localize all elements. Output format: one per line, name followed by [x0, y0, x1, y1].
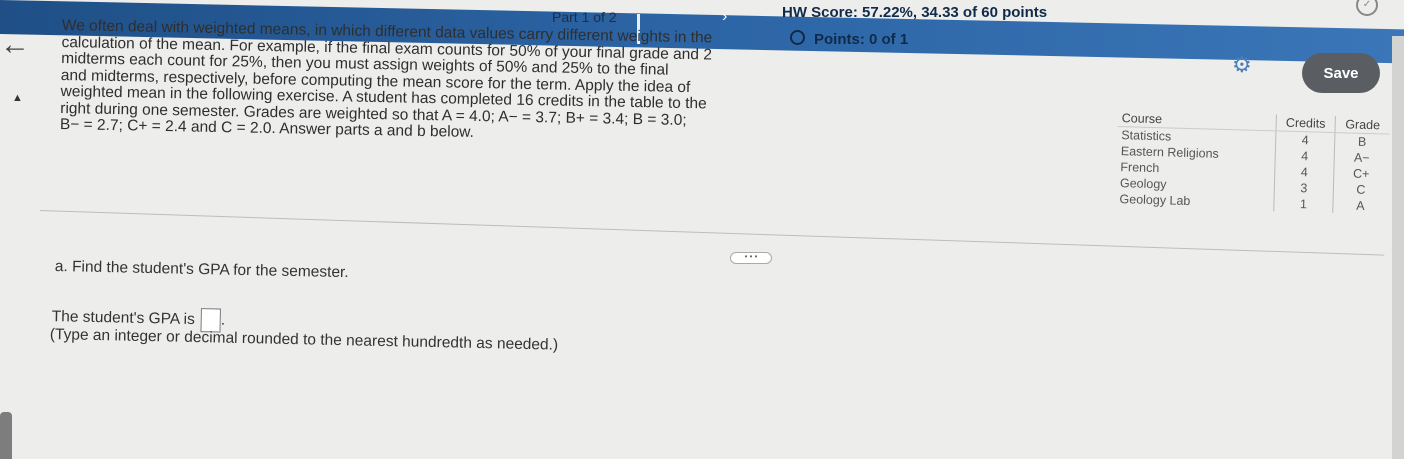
section-divider — [39, 210, 1385, 256]
more-dots-icon[interactable]: • • • — [730, 252, 772, 264]
gear-icon[interactable]: ⚙ — [1232, 52, 1252, 78]
cell-grade: C — [1356, 182, 1366, 197]
cell-grade: A — [1356, 198, 1365, 213]
course-credits-table: Course Credits Grade Statistics 4 B East… — [1115, 110, 1390, 215]
header-credits: Credits — [1275, 114, 1336, 133]
cell-credits: 4 — [1275, 130, 1335, 150]
problem-statement: We often deal with weighted means, in wh… — [60, 17, 822, 148]
cell-credits: 3 — [1274, 179, 1334, 198]
header-grade: Grade — [1334, 116, 1390, 135]
cell-grade: A− — [1353, 150, 1370, 166]
hw-score: HW Score: 57.22%, 34.33 of 60 points — [782, 4, 1048, 21]
check-circle-icon[interactable]: ✓ — [1356, 0, 1378, 16]
question-part-a: a. Find the student's GPA for the semest… — [54, 258, 349, 282]
answer-prefix: The student's GPA is — [51, 308, 196, 329]
cell-grade: B — [1357, 134, 1367, 149]
cell-grade: C+ — [1352, 166, 1370, 182]
answer-instruction: (Type an integer or decimal rounded to t… — [49, 326, 559, 354]
cell-credits: 1 — [1273, 195, 1334, 214]
cell-credits: 4 — [1274, 163, 1335, 182]
save-button[interactable]: Save — [1302, 53, 1380, 93]
points-label: Points: 0 of 1 — [814, 31, 909, 48]
back-arrow-icon[interactable]: ← — [0, 28, 30, 62]
cell-course: Geology Lab — [1119, 192, 1191, 209]
next-part-icon[interactable]: › — [722, 8, 727, 26]
collapse-up-icon[interactable]: ▲ — [12, 92, 23, 104]
scrollbar-thumb[interactable] — [0, 412, 12, 459]
part-indicator: Part 1 of 2 — [552, 9, 617, 25]
cell-credits: 4 — [1275, 147, 1335, 166]
right-panel-edge — [1392, 36, 1404, 459]
